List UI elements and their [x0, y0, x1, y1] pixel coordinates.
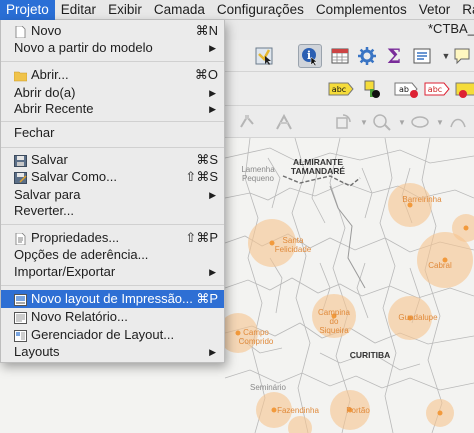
menu-item-reverter[interactable]: Reverter...	[1, 202, 224, 220]
ab-label: ab	[399, 85, 409, 94]
print-layout-icon	[14, 293, 27, 306]
submenu-arrow-icon: ▶	[209, 43, 216, 53]
layer-labeling-icon[interactable]	[360, 77, 384, 101]
menu-separator	[1, 224, 224, 225]
menu-item-novo-modelo[interactable]: Novo a partir do modelo ▶	[1, 39, 224, 57]
map-label-barreirinha: Barreirinha	[402, 195, 442, 204]
split-features-icon	[272, 110, 296, 134]
menu-item-novo[interactable]: Novo ⌘N	[1, 22, 224, 40]
measure-icon[interactable]	[410, 44, 434, 68]
abc-label: abc	[332, 85, 346, 94]
menu-separator	[1, 61, 224, 62]
menu-item-label: Propriedades...	[31, 230, 120, 245]
menu-exibir[interactable]: Exibir	[102, 0, 148, 20]
map-label-cabral: Cabral	[428, 261, 452, 270]
menu-editar[interactable]: Editar	[55, 0, 102, 20]
menu-separator	[1, 121, 224, 122]
menu-item-label: Layouts	[14, 344, 60, 359]
menu-separator	[1, 285, 224, 286]
menu-item-shortcut: ⌘N	[195, 23, 218, 38]
menu-raster[interactable]: Ras	[456, 0, 474, 20]
offset-curve-icon	[446, 110, 470, 134]
menu-item-shortcut: ⌘O	[194, 67, 218, 82]
menu-projeto[interactable]: Projeto	[0, 0, 55, 20]
menu-item-label: Salvar	[31, 152, 68, 167]
menu-item-abrir[interactable]: Abrir... ⌘O	[1, 66, 224, 84]
menu-item-label: Novo Relatório...	[31, 309, 128, 324]
toolbox-gear-icon[interactable]	[355, 44, 379, 68]
window-title: *CTBA_T	[428, 21, 474, 36]
properties-icon	[14, 232, 27, 246]
map-label-campo-comprido: Campo Comprido	[238, 328, 274, 346]
submenu-arrow-icon: ▶	[209, 104, 216, 114]
statistics-sigma-icon[interactable]: Σ	[382, 44, 406, 68]
menu-item-label: Novo	[31, 23, 62, 38]
folder-icon	[13, 69, 28, 82]
menu-item-salvar-como[interactable]: Salvar Como... ⇧⌘S	[1, 168, 224, 186]
menu-item-label: Gerenciador de Layout...	[31, 327, 175, 342]
label-tool-icon[interactable]: abc	[328, 77, 354, 101]
abc-red-label: abc	[428, 85, 442, 94]
select-features-icon[interactable]	[252, 44, 276, 68]
layout-manager-icon	[14, 329, 27, 342]
node-tool-icon	[236, 110, 260, 134]
menu-item-label: Salvar Como...	[31, 169, 117, 184]
map-label-portao: Portão	[346, 406, 370, 415]
menu-item-label: Abrir Recente	[14, 101, 94, 116]
map-label-almirante-tamandare: ALMIRANTE TAMANDARÉ	[290, 157, 346, 176]
menu-item-label: Fechar	[14, 125, 55, 140]
identify-features-icon[interactable]: i	[298, 44, 322, 68]
menu-item-shortcut: ⌘S	[196, 152, 218, 167]
menu-item-label: Abrir...	[31, 67, 69, 82]
menu-item-shortcut: ⌘P	[196, 291, 218, 306]
menu-item-propriedades[interactable]: Propriedades... ⇧⌘P	[1, 229, 224, 247]
svg-text:i: i	[307, 49, 311, 62]
menu-item-fechar[interactable]: Fechar	[1, 124, 224, 142]
menu-item-label: Importar/Exportar	[14, 264, 116, 279]
map-label-seminario: Seminário	[249, 383, 287, 392]
move-label-icon[interactable]	[455, 77, 474, 101]
menu-separator	[1, 147, 224, 148]
menu-complementos[interactable]: Complementos	[310, 0, 413, 20]
submenu-arrow-icon: ▶	[209, 267, 216, 277]
menu-configuracoes[interactable]: Configurações	[211, 0, 310, 20]
menu-item-opcoes-aderencia[interactable]: Opções de aderência...	[1, 246, 224, 264]
pin-label-icon[interactable]: ab	[394, 77, 420, 101]
submenu-arrow-icon: ▶	[209, 347, 216, 357]
menu-item-layouts[interactable]: Layouts ▶	[1, 343, 224, 361]
menu-item-shortcut: ⇧⌘P	[185, 230, 218, 245]
menu-item-novo-layout-impressao[interactable]: Novo layout de Impressão... ⌘P	[1, 290, 224, 308]
save-as-icon	[14, 171, 27, 184]
show-hide-labels-icon[interactable]: abc	[424, 77, 450, 101]
menu-item-gerenciador-layout[interactable]: Gerenciador de Layout...	[1, 326, 224, 344]
menu-item-salvar[interactable]: Salvar ⌘S	[1, 151, 224, 169]
save-disk-icon	[14, 154, 27, 167]
menubar: Projeto Editar Exibir Camada Configuraçõ…	[0, 0, 474, 20]
menu-item-label: Novo layout de Impressão...	[31, 291, 193, 306]
map-label-lamenha-pequeno: Lamenha Pequeno	[241, 165, 275, 183]
new-report-icon	[14, 311, 27, 324]
map-label-santa-felicidade: Santa Felicidade	[274, 236, 312, 254]
menu-item-shortcut: ⇧⌘S	[185, 169, 218, 184]
menu-vetor[interactable]: Vetor	[413, 0, 457, 20]
menu-item-label: Novo a partir do modelo	[14, 40, 153, 55]
map-label-campina-do-siqueira: Campina do Siqueira	[317, 308, 351, 335]
map-label-curitiba: CURITIBA	[349, 350, 391, 360]
map-label-guadalupe: Guadalupe	[398, 313, 438, 322]
menu-camada[interactable]: Camada	[148, 0, 211, 20]
open-attribute-table-icon[interactable]	[328, 44, 352, 68]
map-tips-icon[interactable]	[450, 44, 474, 68]
menu-item-label: Reverter...	[14, 203, 74, 218]
menu-item-abrir-recente[interactable]: Abrir Recente ▶	[1, 100, 224, 118]
map-label-fazendinha: Fazendinha	[277, 406, 319, 415]
menu-item-novo-relatorio[interactable]: Novo Relatório...	[1, 308, 224, 326]
menu-item-importar-exportar[interactable]: Importar/Exportar ▶	[1, 263, 224, 281]
menu-item-label: Opções de aderência...	[14, 247, 149, 262]
new-document-icon	[14, 25, 27, 39]
projeto-dropdown-menu: Novo ⌘N Novo a partir do modelo ▶ Abrir.…	[0, 20, 225, 363]
